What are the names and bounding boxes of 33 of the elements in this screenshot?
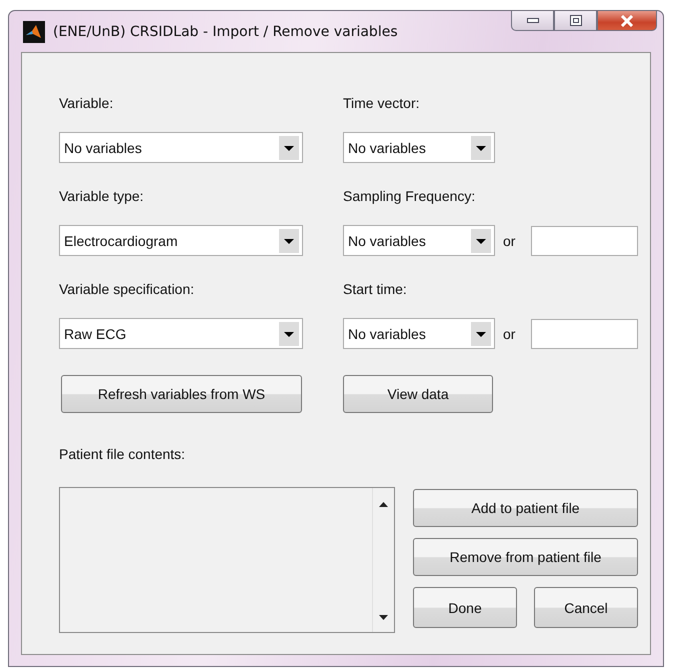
dropdown[interactable]: Raw ECG [59, 318, 303, 349]
action-button[interactable]: Add to patient file [413, 489, 638, 527]
input-field[interactable] [531, 226, 638, 256]
maximize-icon [570, 14, 582, 26]
minimize-button[interactable] [511, 11, 554, 31]
dialog-button[interactable]: Cancel [534, 587, 638, 628]
section-label: Patient file contents: [59, 446, 186, 463]
action-button[interactable]: Remove from patient file [413, 538, 638, 576]
field-label: Start time: [343, 281, 407, 298]
dropdown[interactable]: Electrocardiogram [59, 225, 303, 256]
window-title: (ENE/UnB) CRSIDLab - Import / Remove variables [53, 24, 398, 40]
view-data-button[interactable]: View data [343, 375, 493, 413]
or-label: or [503, 232, 516, 248]
dropdown[interactable]: No variables [59, 132, 303, 163]
scroll-up-icon[interactable] [379, 502, 388, 507]
scroll-down-icon[interactable] [379, 615, 388, 620]
or-label: or [503, 326, 516, 342]
maximize-button[interactable] [554, 11, 597, 31]
dropdown[interactable]: No variables [343, 318, 495, 349]
field-label: Time vector: [343, 95, 420, 112]
app-logo-icon [23, 20, 45, 42]
input-field[interactable] [531, 318, 638, 348]
field-label: Sampling Frequency: [343, 188, 476, 205]
field-label: Variable specification: [59, 281, 194, 298]
dropdown[interactable]: No variables [343, 225, 495, 256]
close-button[interactable] [597, 11, 657, 31]
field-label: Variable type: [59, 188, 144, 205]
refresh-button[interactable]: Refresh variables from WS [61, 375, 302, 413]
dropdown[interactable]: No variables [343, 132, 495, 163]
close-icon [620, 14, 634, 26]
field-label: Variable: [59, 95, 114, 112]
dialog-button[interactable]: Done [413, 587, 517, 628]
minimize-icon [526, 18, 538, 24]
